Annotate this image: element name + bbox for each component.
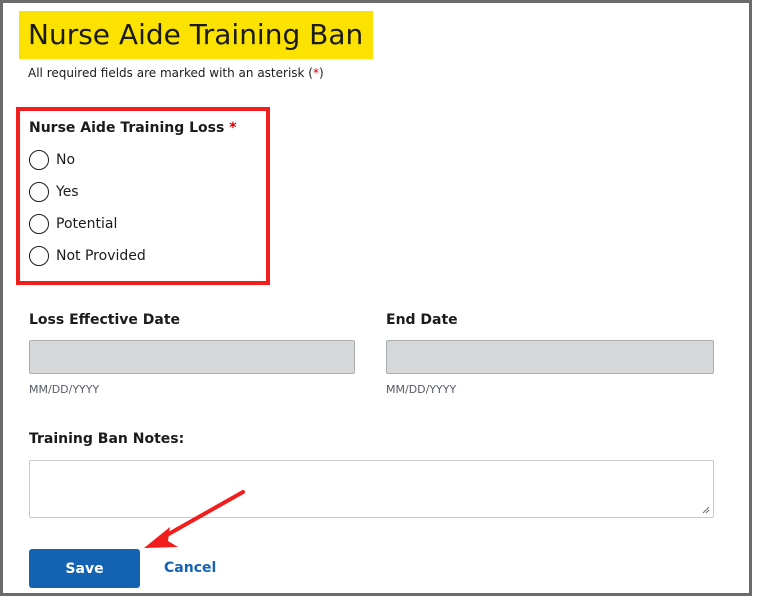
end-date-input[interactable] xyxy=(386,340,714,374)
radio-option-yes[interactable]: Yes xyxy=(29,182,79,202)
radio-label-potential[interactable]: Potential xyxy=(56,216,117,232)
required-note-prefix: All required fields are marked with an a… xyxy=(28,66,313,80)
loss-effective-date-input[interactable] xyxy=(29,340,355,374)
radio-label-no[interactable]: No xyxy=(56,152,75,168)
radio-option-potential[interactable]: Potential xyxy=(29,214,117,234)
radio-button-icon[interactable] xyxy=(29,182,49,202)
end-date-label: End Date xyxy=(386,312,458,328)
resize-grip-icon[interactable] xyxy=(702,506,710,514)
loss-effective-date-label: Loss Effective Date xyxy=(29,312,181,328)
radio-button-icon[interactable] xyxy=(29,246,49,266)
end-date-hint: MM/DD/YYYY xyxy=(386,383,457,396)
training-loss-label: Nurse Aide Training Loss * xyxy=(29,120,237,136)
radio-button-icon[interactable] xyxy=(29,150,49,170)
loss-effective-date-hint: MM/DD/YYYY xyxy=(29,383,100,396)
training-ban-notes-textarea[interactable] xyxy=(29,460,714,518)
required-note-suffix: ) xyxy=(318,66,324,80)
training-loss-label-text: Nurse Aide Training Loss xyxy=(29,120,225,136)
radio-option-not-provided[interactable]: Not Provided xyxy=(29,246,146,266)
training-ban-notes-label: Training Ban Notes: xyxy=(29,431,185,447)
required-fields-note: All required fields are marked with an a… xyxy=(28,66,324,80)
radio-label-yes[interactable]: Yes xyxy=(56,184,79,200)
training-loss-required-marker: * xyxy=(229,120,237,136)
cancel-link[interactable]: Cancel xyxy=(164,560,216,576)
page-title: Nurse Aide Training Ban xyxy=(19,11,374,59)
radio-button-icon[interactable] xyxy=(29,214,49,234)
radio-option-no[interactable]: No xyxy=(29,150,75,170)
save-button[interactable]: Save xyxy=(29,549,140,588)
radio-label-not-provided[interactable]: Not Provided xyxy=(56,248,146,264)
